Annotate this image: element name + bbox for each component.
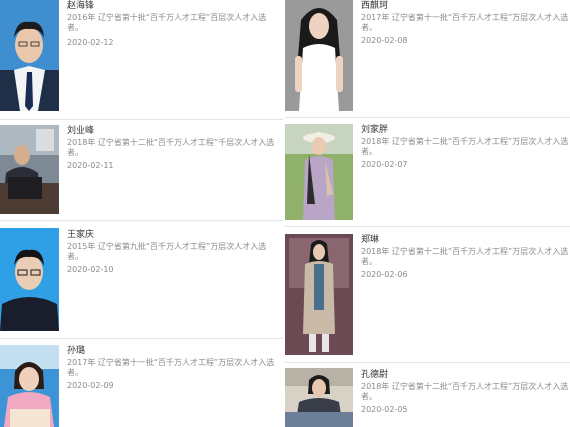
profile-date: 2020-02-11 (67, 161, 114, 170)
profile-description: 2018年 辽宁省第十二批“百千万人才工程”万层次人才入选者。 (361, 382, 569, 401)
profile-name[interactable]: 郑琳 (361, 235, 379, 246)
profile-name[interactable]: 西麒珂 (361, 1, 388, 12)
profile-photo[interactable] (0, 345, 59, 427)
profile-photo[interactable] (0, 125, 59, 214)
card-divider (285, 226, 570, 227)
profile-name[interactable]: 孔德尉 (361, 370, 388, 381)
profile-description: 2018年 辽宁省第十二批“百千万人才工程”千层次人才入选者。 (67, 138, 275, 157)
card-divider (285, 117, 570, 118)
profile-description: 2015年 辽宁省第九批“百千万人才工程”万层次人才入选者。 (67, 242, 267, 261)
card-divider (285, 362, 570, 363)
profile-description: 2017年 辽宁省第十一批“百千万人才工程”万层次人才入选者。 (361, 13, 569, 32)
profile-date: 2020-02-12 (67, 38, 114, 47)
profile-photo[interactable] (285, 234, 353, 355)
profile-name[interactable]: 赵海锋 (67, 1, 94, 12)
profile-date: 2020-02-07 (361, 160, 408, 169)
profile-date: 2020-02-05 (361, 405, 408, 414)
profile-name[interactable]: 刘业峰 (67, 126, 94, 137)
profile-date: 2020-02-10 (67, 265, 114, 274)
card-divider (0, 119, 283, 120)
profile-photo[interactable] (0, 228, 59, 331)
profile-photo[interactable] (285, 0, 353, 111)
profile-name[interactable]: 王家庆 (67, 230, 94, 241)
profile-photo[interactable] (0, 0, 59, 111)
profile-description: 2018年 辽宁省第十二批“百千万人才工程”万层次人才入选者。 (361, 137, 569, 156)
profile-photo[interactable] (285, 124, 353, 220)
profile-description: 2016年 辽宁省第十批“百千万人才工程”百层次人才入选者。 (67, 13, 267, 32)
profile-date: 2020-02-08 (361, 36, 408, 45)
profile-name[interactable]: 刘家胖 (361, 125, 388, 136)
profile-name[interactable]: 孙璐 (67, 346, 85, 357)
profile-description: 2017年 辽宁省第十一批“百千万人才工程”万层次人才入选者。 (67, 358, 275, 377)
profile-date: 2020-02-06 (361, 270, 408, 279)
card-divider (0, 220, 283, 221)
profile-description: 2018年 辽宁省第十二批“百千万人才工程”万层次人才入选者。 (361, 247, 569, 266)
profile-photo[interactable] (285, 368, 353, 427)
card-divider (0, 338, 283, 339)
profile-date: 2020-02-09 (67, 381, 114, 390)
